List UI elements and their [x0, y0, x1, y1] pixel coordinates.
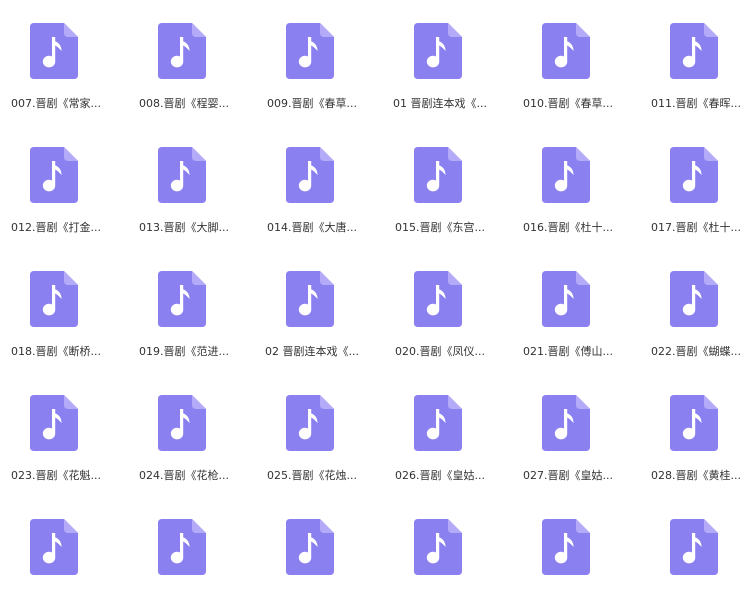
music-file-icon — [158, 519, 206, 575]
file-item[interactable]: 020.晋剧《凤仪... — [376, 228, 504, 358]
music-file-icon — [542, 271, 590, 327]
file-item[interactable]: 021.晋剧《傅山... — [504, 228, 632, 358]
music-file-icon — [30, 23, 78, 79]
music-file-icon — [542, 147, 590, 203]
music-file-icon — [158, 23, 206, 79]
file-item[interactable]: 010.晋剧《春草... — [504, 0, 632, 110]
file-item[interactable]: 007.晋剧《常家... — [0, 0, 120, 110]
file-item[interactable]: 016.晋剧《杜十... — [504, 104, 632, 234]
music-file-icon — [158, 271, 206, 327]
file-item[interactable]: 022.晋剧《蝴蝶... — [632, 228, 750, 358]
file-item[interactable]: 01 晋剧连本戏《... — [376, 0, 504, 110]
music-file-icon — [414, 147, 462, 203]
file-item[interactable]: 018.晋剧《断桥... — [0, 228, 120, 358]
music-file-icon — [30, 395, 78, 451]
file-item[interactable]: 011.晋剧《春晖... — [632, 0, 750, 110]
file-item[interactable]: 009.晋剧《春草... — [248, 0, 376, 110]
music-file-icon — [286, 147, 334, 203]
music-file-icon — [670, 519, 718, 575]
file-item[interactable]: 014.晋剧《大唐... — [248, 104, 376, 234]
file-item[interactable]: 019.晋剧《范进... — [120, 228, 248, 358]
music-file-icon — [286, 519, 334, 575]
file-item[interactable] — [0, 476, 120, 600]
file-item[interactable] — [504, 476, 632, 600]
file-item[interactable]: 027.晋剧《皇姑... — [504, 352, 632, 482]
file-item[interactable]: 013.晋剧《大脚... — [120, 104, 248, 234]
music-file-icon — [286, 395, 334, 451]
music-file-icon — [30, 271, 78, 327]
music-file-icon — [542, 519, 590, 575]
music-file-icon — [286, 23, 334, 79]
file-item[interactable]: 015.晋剧《东宫... — [376, 104, 504, 234]
file-item[interactable]: 023.晋剧《花魁... — [0, 352, 120, 482]
music-file-icon — [414, 23, 462, 79]
file-item[interactable]: 012.晋剧《打金... — [0, 104, 120, 234]
file-item[interactable]: 026.晋剧《皇姑... — [376, 352, 504, 482]
music-file-icon — [670, 147, 718, 203]
file-item[interactable]: 008.晋剧《程婴... — [120, 0, 248, 110]
music-file-icon — [158, 147, 206, 203]
music-file-icon — [414, 395, 462, 451]
music-file-icon — [30, 147, 78, 203]
file-item[interactable]: 024.晋剧《花枪... — [120, 352, 248, 482]
file-item[interactable] — [376, 476, 504, 600]
file-item[interactable] — [120, 476, 248, 600]
music-file-icon — [30, 519, 78, 575]
music-file-icon — [414, 271, 462, 327]
music-file-icon — [670, 271, 718, 327]
music-file-icon — [670, 395, 718, 451]
music-file-icon — [670, 23, 718, 79]
file-item[interactable]: 025.晋剧《花烛... — [248, 352, 376, 482]
file-item[interactable] — [632, 476, 750, 600]
file-item[interactable]: 02 晋剧连本戏《... — [248, 228, 376, 358]
music-file-icon — [542, 395, 590, 451]
file-item[interactable]: 017.晋剧《杜十... — [632, 104, 750, 234]
file-item[interactable]: 028.晋剧《黄桂... — [632, 352, 750, 482]
file-grid: 007.晋剧《常家... 008.晋剧《程婴... 009.晋剧《春草... 01 晋… — [0, 0, 742, 600]
previous-row-labels — [0, 0, 750, 4]
music-file-icon — [158, 395, 206, 451]
music-file-icon — [414, 519, 462, 575]
music-file-icon — [286, 271, 334, 327]
music-file-icon — [542, 23, 590, 79]
file-item[interactable] — [248, 476, 376, 600]
